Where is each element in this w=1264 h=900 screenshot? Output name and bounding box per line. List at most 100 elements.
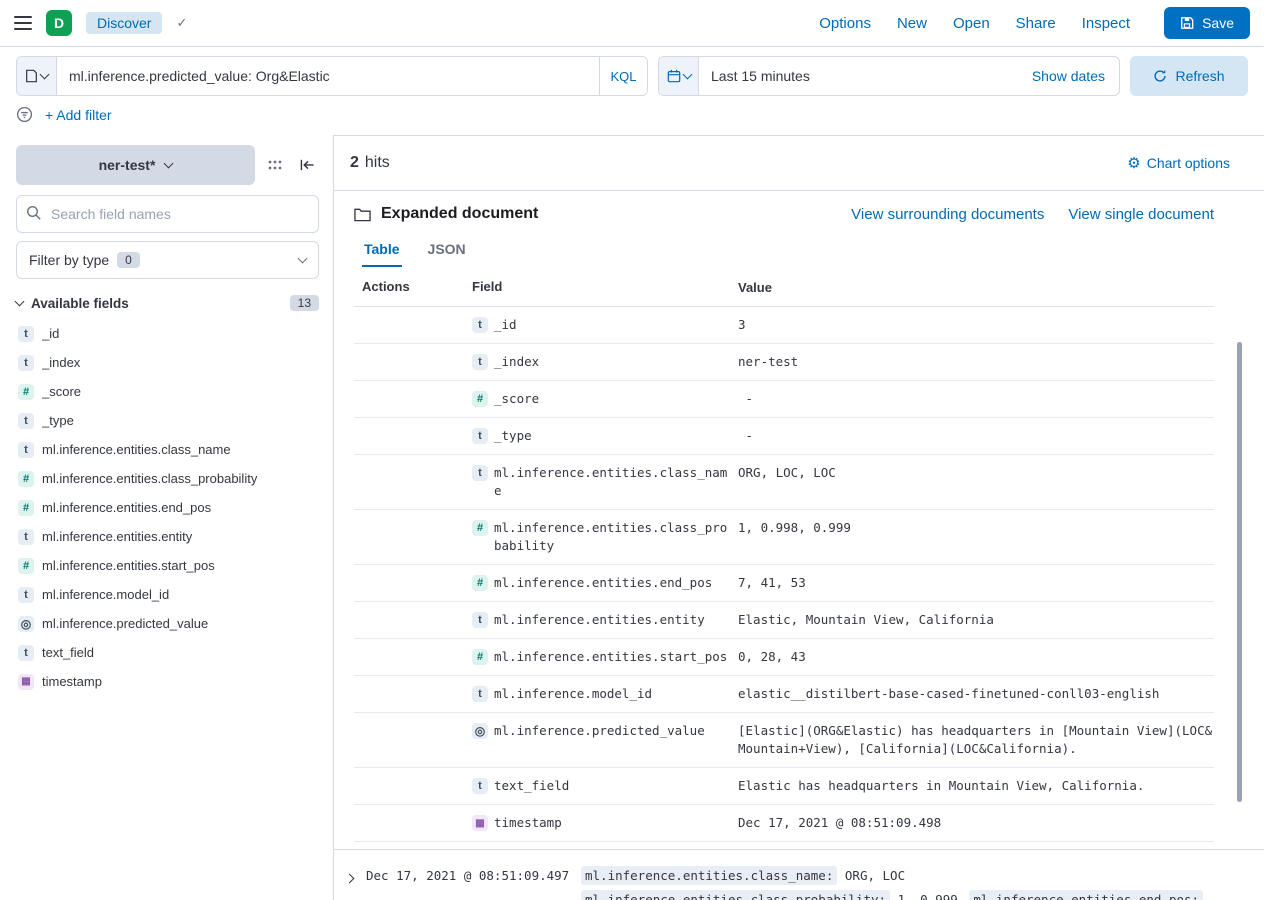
row-field-name: _type: [494, 427, 730, 445]
field-list-item[interactable]: t ml.inference.entities.entity: [16, 522, 319, 551]
field-type-icon: #: [18, 558, 34, 574]
field-list-item[interactable]: t _type: [16, 406, 319, 435]
nav-share-link[interactable]: Share: [1016, 15, 1056, 32]
nav-new-link[interactable]: New: [897, 15, 927, 32]
document-timestamp: Dec 17, 2021 @ 08:51:09.497: [366, 864, 566, 888]
field-type-icon: t: [18, 413, 34, 429]
field-list-item[interactable]: ▦ timestamp: [16, 667, 319, 696]
row-field-name: ml.inference.entities.class_probability: [494, 519, 730, 555]
field-type-icon: t: [18, 326, 34, 342]
table-row: #_score -: [354, 381, 1214, 418]
row-field-value: Elastic has headquarters in Mountain Vie…: [730, 777, 1214, 795]
time-range-value[interactable]: Last 15 minutes: [699, 57, 1018, 95]
table-header-row: Actions Field Value: [354, 269, 1214, 307]
field-type-icon: ◎: [18, 616, 34, 632]
menu-icon[interactable]: [14, 16, 32, 30]
row-field-value: elastic__distilbert-base-cased-finetuned…: [730, 685, 1214, 703]
row-field-name: _index: [494, 353, 730, 371]
field-list-item[interactable]: # ml.inference.entities.start_pos: [16, 551, 319, 580]
row-field-name: ml.inference.predicted_value: [494, 722, 730, 740]
filter-by-type-dropdown[interactable]: Filter by type 0: [16, 241, 319, 279]
field-type-icon: t: [18, 355, 34, 371]
row-field-value: 0, 28, 43: [730, 648, 1214, 666]
row-field-value: -: [730, 427, 1214, 445]
row-actions-cell: [354, 814, 464, 832]
filter-type-count-badge: 0: [117, 252, 140, 268]
grid-icon[interactable]: [263, 153, 287, 177]
field-list-item[interactable]: t ml.inference.entities.class_name: [16, 435, 319, 464]
breadcrumb-discover[interactable]: Discover: [86, 12, 162, 34]
folder-icon: [354, 207, 371, 222]
calendar-icon: [667, 69, 681, 83]
chart-options-link[interactable]: ⚙ Chart options: [1127, 154, 1230, 172]
field-type-icon: #: [472, 391, 488, 407]
tab-json[interactable]: JSON: [426, 233, 468, 267]
field-type-icon: t: [472, 778, 488, 794]
table-row: t _type -: [354, 418, 1214, 455]
refresh-button[interactable]: Refresh: [1130, 56, 1248, 96]
document-list-row: Dec 17, 2021 @ 08:51:09.497 ml.inference…: [334, 849, 1264, 900]
save-icon: [1180, 16, 1194, 30]
top-header-bar: D Discover ✓ Options New Open Share Insp…: [0, 0, 1264, 47]
query-input[interactable]: [57, 57, 599, 95]
table-row: #ml.inference.entities.class_probability…: [354, 510, 1214, 565]
row-field-value: [Elastic](ORG&Elastic) has headquarters …: [730, 722, 1214, 758]
add-filter-link[interactable]: + Add filter: [45, 107, 112, 123]
saved-query-menu-button[interactable]: [17, 57, 57, 95]
filter-set-icon[interactable]: [16, 106, 33, 123]
collapse-sidebar-icon[interactable]: [295, 153, 319, 177]
field-type-icon: t: [472, 428, 488, 444]
field-type-icon: #: [472, 575, 488, 591]
field-type-icon: t: [472, 686, 488, 702]
field-type-icon: t: [18, 645, 34, 661]
chevron-down-icon: [298, 254, 308, 264]
chevron-down-icon[interactable]: [15, 297, 25, 307]
row-field-name: text_field: [494, 777, 730, 795]
row-actions-cell: [354, 574, 464, 592]
table-row: tml.inference.model_id elastic__distilbe…: [354, 676, 1214, 713]
field-search-input[interactable]: [16, 195, 319, 233]
tab-table[interactable]: Table: [362, 233, 402, 267]
field-list-item[interactable]: # ml.inference.entities.class_probabilit…: [16, 464, 319, 493]
index-pattern-selector[interactable]: ner-test*: [16, 145, 255, 185]
show-dates-link[interactable]: Show dates: [1018, 57, 1119, 95]
nav-inspect-link[interactable]: Inspect: [1082, 15, 1130, 32]
field-type-icon: t: [472, 354, 488, 370]
field-type-icon: #: [18, 500, 34, 516]
save-button[interactable]: Save: [1164, 7, 1250, 39]
row-field-name: ml.inference.entities.class_name: [494, 464, 730, 500]
row-field-value: Dec 17, 2021 @ 08:51:09.498: [730, 814, 1214, 832]
field-list-item[interactable]: t ml.inference.model_id: [16, 580, 319, 609]
field-list-item[interactable]: t text_field: [16, 638, 319, 667]
field-list-item[interactable]: t _id: [16, 319, 319, 348]
space-avatar[interactable]: D: [46, 10, 72, 36]
field-list-item[interactable]: # _score: [16, 377, 319, 406]
row-field-name: ml.inference.entities.end_pos: [494, 574, 730, 592]
row-field-name: timestamp: [494, 814, 730, 832]
document-summary: ml.inference.entities.class_name: ORG, L…: [581, 864, 1222, 900]
field-type-icon: t: [472, 465, 488, 481]
doc-field-pair: ml.inference.entities.class_name: ORG, L…: [581, 868, 905, 883]
gear-icon: ⚙: [1127, 154, 1140, 172]
row-actions-cell: [354, 777, 464, 795]
table-row: ◎ml.inference.predicted_value [Elastic](…: [354, 713, 1214, 768]
row-field-name: ml.inference.entities.entity: [494, 611, 730, 629]
query-language-button[interactable]: KQL: [599, 57, 647, 95]
chevron-down-icon: [164, 159, 174, 169]
row-field-name: _id: [494, 316, 730, 334]
table-row: t_index ner-test: [354, 344, 1214, 381]
view-surrounding-documents-link[interactable]: View surrounding documents: [851, 206, 1044, 223]
view-single-document-link[interactable]: View single document: [1068, 206, 1214, 223]
field-list-item[interactable]: ◎ ml.inference.predicted_value: [16, 609, 319, 638]
field-list-item[interactable]: t _index: [16, 348, 319, 377]
field-list-item[interactable]: # ml.inference.entities.end_pos: [16, 493, 319, 522]
nav-options-link[interactable]: Options: [819, 15, 871, 32]
row-field-name: ml.inference.entities.start_pos: [494, 648, 730, 666]
vertical-scrollbar[interactable]: [1237, 342, 1242, 802]
field-type-icon: t: [18, 529, 34, 545]
nav-open-link[interactable]: Open: [953, 15, 990, 32]
expand-row-icon[interactable]: [346, 869, 366, 885]
table-row: #ml.inference.entities.start_pos 0, 28, …: [354, 639, 1214, 676]
row-field-value: 7, 41, 53: [730, 574, 1214, 592]
datepicker-menu-button[interactable]: [659, 57, 699, 95]
